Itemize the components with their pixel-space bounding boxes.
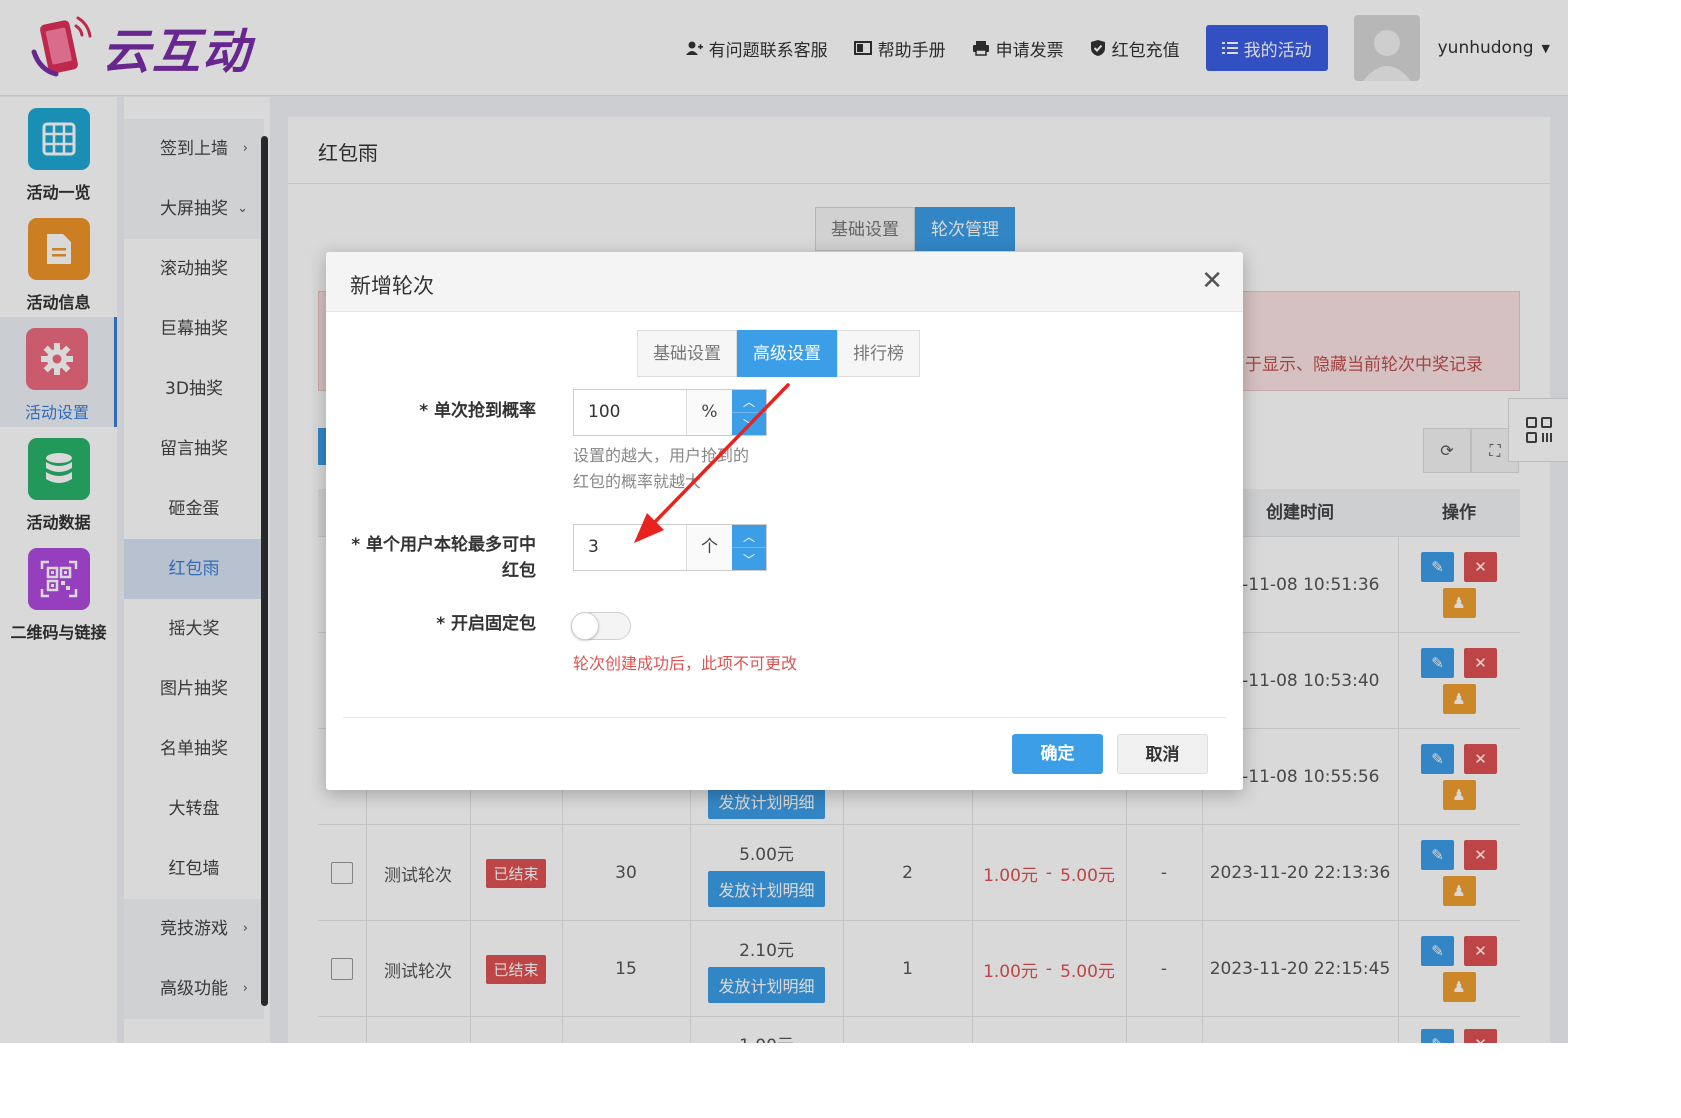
fixed-packet-toggle[interactable] <box>571 612 631 640</box>
max-win-label: * 单个用户本轮最多可中 红包 <box>336 532 536 584</box>
divider <box>343 717 1226 718</box>
fixed-packet-label: * 开启固定包 <box>436 614 536 634</box>
chevron-up-icon[interactable]: ︿ <box>732 390 766 413</box>
chevron-down-icon[interactable]: ﹀ <box>732 548 766 570</box>
chevron-down-icon[interactable]: ﹀ <box>732 413 766 435</box>
screenshot-root: 云互动 有问题联系客服 帮助手册 申请发票 红包充值 我的活动 yunhudon… <box>0 0 1681 1118</box>
cancel-button[interactable]: 取消 <box>1117 734 1208 774</box>
count-unit: 个 <box>686 525 732 570</box>
percent-unit: % <box>686 390 732 435</box>
dialog-header: 新增轮次 ✕ <box>326 252 1243 312</box>
probability-label: * 单次抢到概率 <box>419 401 536 421</box>
dialog-tabs: 基础设置 高级设置 排行榜 <box>637 330 920 377</box>
probability-field: 100 % ︿ ﹀ <box>573 389 767 436</box>
confirm-button[interactable]: 确定 <box>1012 734 1103 774</box>
label-line: 红包 <box>502 561 536 581</box>
max-win-input[interactable]: 3 <box>574 525 686 570</box>
fixed-packet-warning: 轮次创建成功后，此项不可更改 <box>573 654 798 673</box>
max-win-field: 3 个 ︿ ﹀ <box>573 524 767 571</box>
close-icon[interactable]: ✕ <box>1201 266 1223 296</box>
tab-basic[interactable]: 基础设置 <box>637 330 737 377</box>
hint-line: 设置的越大，用户抢到的 <box>573 446 750 465</box>
label-line: * 单个用户本轮最多可中 <box>351 535 536 555</box>
add-round-dialog: 新增轮次 ✕ 基础设置 高级设置 排行榜 * 单次抢到概率 100 % ︿ ﹀ … <box>326 252 1243 790</box>
probability-stepper: ︿ ﹀ <box>732 390 766 435</box>
dialog-title: 新增轮次 <box>350 274 434 298</box>
hint-line: 红包的概率就越大 <box>573 472 702 491</box>
probability-input[interactable]: 100 <box>574 390 686 435</box>
app-window: 云互动 有问题联系客服 帮助手册 申请发票 红包充值 我的活动 yunhudon… <box>0 0 1568 1043</box>
probability-hint: 设置的越大，用户抢到的 红包的概率就越大 <box>573 443 749 495</box>
tab-advanced[interactable]: 高级设置 <box>737 330 837 377</box>
max-win-stepper: ︿ ﹀ <box>732 525 766 570</box>
tab-leaderboard[interactable]: 排行榜 <box>837 330 920 377</box>
chevron-up-icon[interactable]: ︿ <box>732 525 766 548</box>
toggle-knob <box>571 612 599 640</box>
